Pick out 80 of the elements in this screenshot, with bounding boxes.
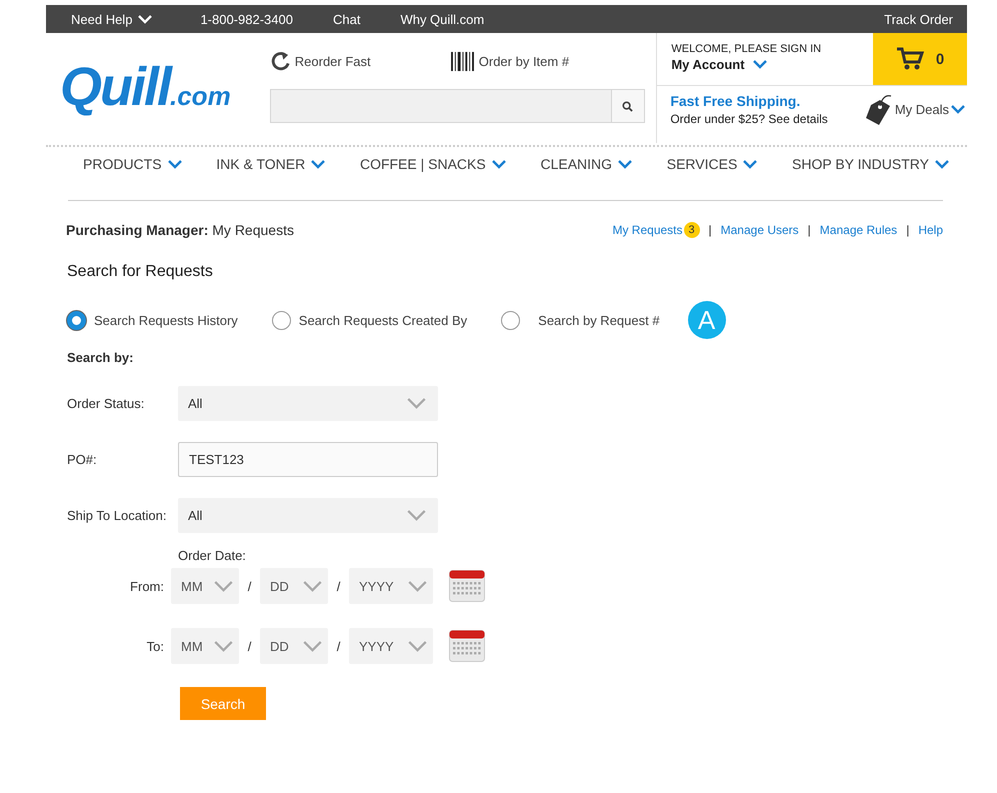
page-link[interactable]: Manage Users [720,222,799,236]
nav-menu-item[interactable]: COFFEE | SNACKS [360,155,506,200]
chevron-down-icon [752,60,767,69]
field-label: Order Date: [178,548,247,565]
quick-link[interactable]: Reorder Fast [270,51,450,72]
field-label: To: [146,638,165,654]
radio-option[interactable]: Search Requests History [67,310,238,330]
calendar-icon[interactable] [449,570,485,602]
phone-number: 1-800-982-3400 [200,12,293,26]
top-bar-link[interactable]: Why Quill.com [400,12,484,26]
search-button[interactable] [610,90,644,122]
radio-button[interactable] [67,310,86,330]
input-field[interactable]: TEST123 [178,442,438,477]
section-heading: Search for Requests [67,263,214,281]
chevron-down-icon [303,640,322,652]
radio-button[interactable] [501,310,520,330]
page-link[interactable]: My Requests [612,222,682,236]
dropdown[interactable]: MM [171,628,239,664]
dropdown[interactable]: All [178,498,438,533]
chevron-down-icon [303,580,322,592]
refresh-icon [270,51,291,72]
shipping-promo[interactable]: Fast Free Shipping. Order under $25? See details [670,92,863,126]
link-separator: | [708,222,712,236]
dropdown[interactable]: YYYY [349,568,433,604]
nav-menu-item[interactable]: PRODUCTS [83,155,182,200]
date-separator: / [246,638,252,654]
date-separator: / [246,578,252,594]
field-label: PO#: [67,452,98,467]
count-badge: 3 [684,222,700,238]
radio-option[interactable]: Search by Request # [501,310,660,330]
chevron-down-icon [407,398,426,409]
chevron-down-icon [168,160,182,169]
link-separator: | [808,222,811,236]
nav-menu-item[interactable]: CLEANING [540,155,632,200]
date-separator: / [336,578,342,594]
logo[interactable]: Quill.com [46,33,270,137]
radio-button[interactable] [272,310,291,330]
cart-button[interactable]: 0 [873,33,967,85]
chevron-down-icon [743,160,758,169]
nav-menu-item[interactable]: INK & TONER [216,155,326,200]
radio-option[interactable]: Search Requests Created By [272,310,468,330]
chevron-down-icon [214,640,233,652]
link-separator: | [906,222,910,236]
dropdown[interactable]: MM [171,568,239,604]
field-label: From: [129,578,165,594]
help-menu[interactable]: Need Help [71,12,152,26]
field-label: Ship To Location: [67,508,168,523]
field-label: Order Status: [67,396,146,411]
dropdown[interactable]: DD [260,568,328,604]
track-order-link[interactable]: Track Order [884,12,953,26]
nav-menu-item[interactable]: SERVICES [666,155,758,200]
dropdown[interactable]: YYYY [349,628,433,664]
date-separator: / [336,638,342,654]
chevron-down-icon [408,640,427,652]
chevron-down-icon [618,160,632,169]
chevron-down-icon [311,160,326,169]
chevron-down-icon [138,14,152,24]
chevron-down-icon [407,510,426,521]
nav-menu-item[interactable]: SHOP BY INDUSTRY [792,155,949,200]
top-bar-link[interactable]: Chat [332,12,360,26]
calendar-icon[interactable] [449,630,485,662]
dropdown[interactable]: All [178,386,438,421]
search-field[interactable] [270,89,645,123]
chevron-down-icon [492,160,506,169]
chevron-down-icon [214,580,233,592]
barcode-icon [450,51,475,72]
page-link[interactable]: Manage Rules [820,222,898,236]
search-icon [622,100,634,112]
chevron-down-icon [408,580,427,592]
cart-icon [896,47,924,71]
deals-menu[interactable]: My Deals [862,92,967,126]
section-subheading: Search by: [67,350,134,365]
chevron-down-icon [951,104,965,114]
annotation-marker: A [688,301,726,339]
chevron-down-icon [934,160,949,169]
page-title: Purchasing Manager: My Requests [66,222,294,238]
account-menu[interactable]: WELCOME, PLEASE SIGN IN My Account [657,33,873,85]
page-link[interactable]: Help [918,222,943,236]
quick-link[interactable]: Order by Item # [450,51,630,72]
dropdown[interactable]: DD [260,628,328,664]
